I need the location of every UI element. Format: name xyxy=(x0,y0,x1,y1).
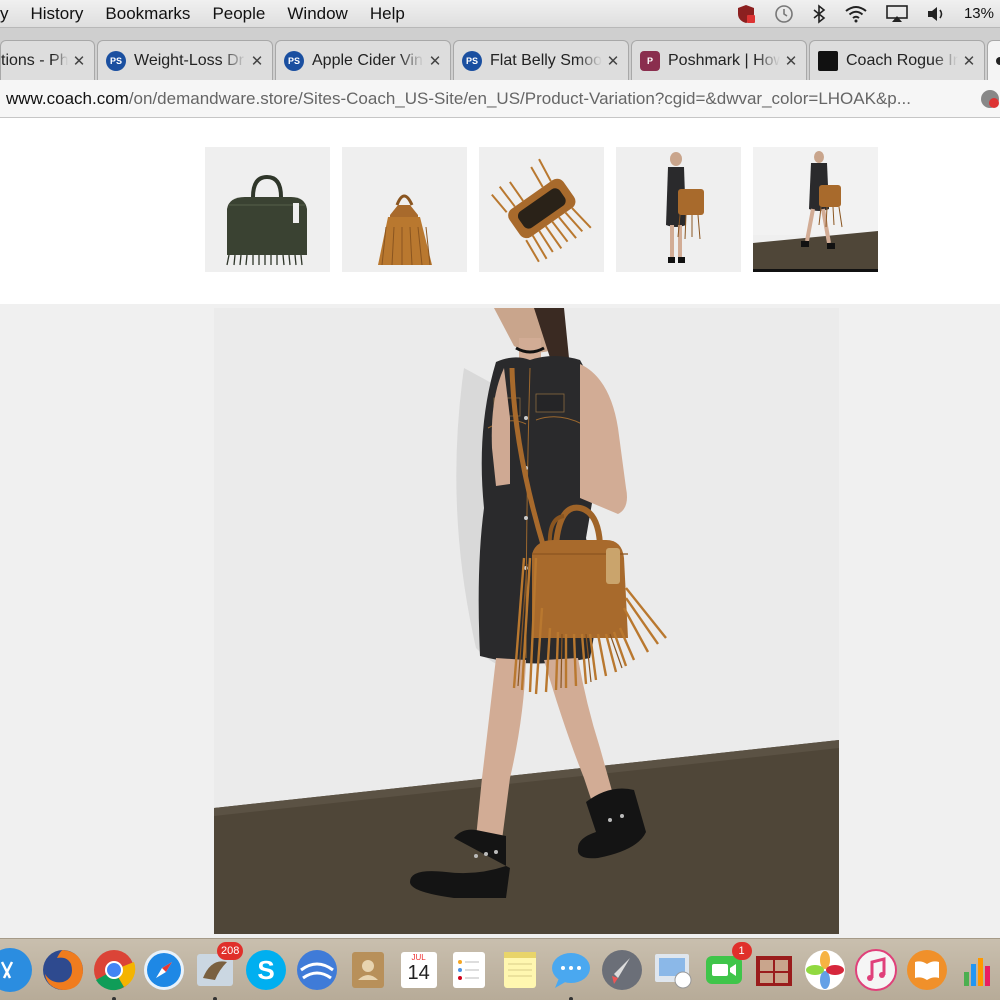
tab-close-icon[interactable]: ✕ xyxy=(784,52,798,70)
menu-item-help[interactable]: Help xyxy=(359,4,416,24)
contacts-icon[interactable] xyxy=(346,948,390,992)
tab-active-partial[interactable] xyxy=(987,40,1000,80)
preview-icon[interactable] xyxy=(651,948,695,992)
thumbnail-tan-bag-side[interactable] xyxy=(342,147,467,272)
url-path: /on/demandware.store/Sites-Coach_US-Site… xyxy=(128,88,911,108)
itunes-icon[interactable] xyxy=(854,948,898,992)
menu-item-history[interactable]: History xyxy=(20,4,95,24)
tab-close-icon[interactable]: ✕ xyxy=(962,52,976,70)
messages-icon[interactable] xyxy=(549,948,593,1000)
battery-percentage[interactable]: 13% xyxy=(964,5,994,22)
running-indicator-icon xyxy=(569,996,574,1000)
antivirus-shield-icon[interactable] xyxy=(736,4,756,24)
svg-text:S: S xyxy=(257,955,274,985)
tab-title: tions - Ph xyxy=(1,51,68,69)
facetime-badge: 1 xyxy=(731,941,752,960)
thumbnail-model-front[interactable] xyxy=(616,147,741,272)
tab-close-icon[interactable]: ✕ xyxy=(606,52,620,70)
tab-partial[interactable]: tions - Ph ✕ xyxy=(0,40,95,80)
tab-title: Poshmark | How xyxy=(668,51,780,69)
app-store-icon[interactable] xyxy=(0,947,34,992)
tab-title: Weight-Loss Dr xyxy=(134,51,244,69)
tab-close-icon[interactable]: ✕ xyxy=(428,52,442,70)
facetime-icon[interactable]: 1 xyxy=(702,941,752,992)
product-thumbnails xyxy=(205,147,878,272)
tab-dot-icon xyxy=(996,56,1000,65)
tab-poshmark[interactable]: P Poshmark | How ✕ xyxy=(631,40,807,80)
tab-apple-cider[interactable]: PS Apple Cider Vin ✕ xyxy=(275,40,451,80)
mail-badge: 208 xyxy=(216,941,244,960)
reminders-icon[interactable] xyxy=(447,948,491,992)
thumbnail-bag-top-view[interactable] xyxy=(479,147,604,272)
numbers-icon[interactable] xyxy=(956,948,1000,992)
tab-strip: tions - Ph ✕ PS Weight-Loss Dr ✕ PS Appl… xyxy=(0,28,1000,80)
launchpad-icon[interactable] xyxy=(600,948,644,992)
chrome-icon[interactable] xyxy=(92,948,136,1000)
calendar-icon[interactable]: JUL 14 xyxy=(397,948,441,992)
calendar-month: JUL xyxy=(411,952,426,962)
url-text[interactable]: www.coach.com/on/demandware.store/Sites-… xyxy=(6,89,971,109)
product-hero-image[interactable] xyxy=(214,308,839,934)
photos-icon[interactable] xyxy=(803,948,847,992)
product-page xyxy=(0,119,1000,938)
extension-icon[interactable] xyxy=(980,89,1000,109)
tab-close-icon[interactable]: ✕ xyxy=(72,52,86,70)
tab-coach-rogue[interactable]: Coach Rogue In ✕ xyxy=(809,40,985,80)
notes-icon[interactable] xyxy=(498,948,542,992)
coach-favicon-icon xyxy=(818,50,838,71)
menu-bar: y History Bookmarks People Window Help 1… xyxy=(0,0,1000,28)
ps-favicon-icon: PS xyxy=(284,50,304,71)
ps-favicon-icon: PS xyxy=(106,50,126,71)
ps-favicon-icon: PS xyxy=(462,50,482,71)
wifi-icon[interactable] xyxy=(844,5,868,23)
tab-title: Flat Belly Smoo xyxy=(490,51,602,69)
tab-weight-loss[interactable]: PS Weight-Loss Dr ✕ xyxy=(97,40,273,80)
url-host: www.coach.com xyxy=(6,88,129,108)
thumbnail-green-bag[interactable] xyxy=(205,147,330,272)
safari-icon[interactable] xyxy=(142,948,186,992)
bluetooth-icon[interactable] xyxy=(812,3,826,24)
menu-item-bookmarks[interactable]: Bookmarks xyxy=(94,4,201,24)
airplay-icon[interactable] xyxy=(886,4,908,23)
menu-item-partial[interactable]: y xyxy=(0,4,20,24)
thumbnail-model-walking[interactable] xyxy=(753,147,878,272)
status-area: 13% xyxy=(736,3,1000,24)
skype-icon[interactable]: S xyxy=(244,948,288,992)
photo-booth-icon[interactable] xyxy=(752,948,796,992)
running-indicator-icon xyxy=(111,996,116,1000)
calendar-day: 14 xyxy=(407,961,430,984)
tab-flat-belly[interactable]: PS Flat Belly Smoo ✕ xyxy=(453,40,629,80)
menu-item-window[interactable]: Window xyxy=(276,4,358,24)
address-bar[interactable]: www.coach.com/on/demandware.store/Sites-… xyxy=(0,80,1000,118)
tab-title: Coach Rogue In xyxy=(846,51,958,69)
running-indicator-icon xyxy=(213,996,218,1000)
product-main-image-area xyxy=(0,304,1000,938)
dock: 208 S JUL 14 1 xyxy=(0,938,1000,1000)
google-earth-icon[interactable] xyxy=(295,948,339,992)
menu-item-people[interactable]: People xyxy=(201,4,276,24)
volume-icon[interactable] xyxy=(926,5,946,23)
ibooks-icon[interactable] xyxy=(905,948,949,992)
poshmark-favicon-icon: P xyxy=(640,50,660,71)
firefox-icon[interactable] xyxy=(41,948,85,992)
mail-icon[interactable]: 208 xyxy=(193,941,244,1000)
tab-close-icon[interactable]: ✕ xyxy=(250,52,264,70)
time-machine-icon[interactable] xyxy=(774,4,794,24)
tab-title: Apple Cider Vin xyxy=(312,51,423,69)
